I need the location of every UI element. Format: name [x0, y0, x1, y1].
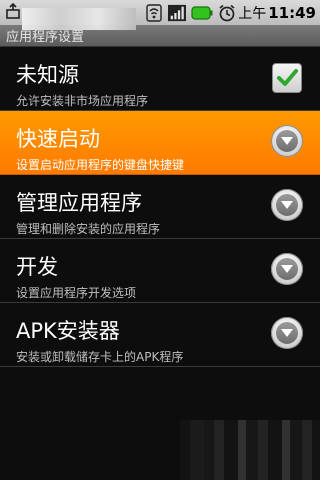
- chevron-down-icon: [281, 329, 293, 337]
- clock-ampm: 上午: [238, 6, 267, 22]
- setting-title: APK安装器: [16, 319, 120, 343]
- chevron-down-icon: [281, 137, 293, 145]
- checkmark-icon: [277, 69, 298, 86]
- wifi-icon: [145, 4, 163, 22]
- settings-list: 未知源 允许安装非市场应用程序 快速启动 设置启动应用程序的键盘快捷键 管理应用…: [0, 47, 320, 367]
- setting-manage-apps[interactable]: 管理应用程序 管理和删除安装的应用程序: [0, 175, 320, 239]
- manage-apps-arrow-button[interactable]: [271, 189, 303, 221]
- chevron-down-icon: [281, 265, 293, 273]
- setting-subtitle: 设置应用程序开发选项: [16, 286, 137, 300]
- setting-title: 管理应用程序: [16, 191, 142, 215]
- development-arrow-button[interactable]: [271, 253, 303, 285]
- setting-subtitle: 安装或卸载储存卡上的APK程序: [16, 350, 184, 364]
- setting-title: 快速启动: [16, 127, 100, 151]
- signal-icon: [168, 4, 186, 22]
- setting-title: 未知源: [16, 63, 79, 87]
- clock: 上午 11:49: [238, 3, 316, 23]
- unknown-sources-checkbox[interactable]: [272, 63, 302, 93]
- setting-subtitle: 管理和删除安装的应用程序: [16, 222, 161, 236]
- quick-launch-arrow-button[interactable]: [271, 125, 303, 157]
- blurred-region: [180, 420, 320, 480]
- alarm-icon: [218, 4, 236, 22]
- setting-quick-launch[interactable]: 快速启动 设置启动应用程序的键盘快捷键: [0, 111, 320, 175]
- usb-debug-icon: [4, 3, 22, 21]
- battery-icon: [191, 4, 213, 22]
- setting-apk-installer[interactable]: APK安装器 安装或卸载储存卡上的APK程序: [0, 303, 320, 367]
- blurred-region: [22, 8, 136, 30]
- setting-unknown-sources[interactable]: 未知源 允许安装非市场应用程序: [0, 47, 320, 111]
- apk-installer-arrow-button[interactable]: [271, 317, 303, 349]
- chevron-down-icon: [281, 201, 293, 209]
- clock-time: 11:49: [268, 4, 316, 22]
- setting-title: 开发: [16, 255, 58, 279]
- setting-subtitle: 设置启动应用程序的键盘快捷键: [16, 158, 185, 172]
- setting-subtitle: 允许安装非市场应用程序: [16, 94, 149, 108]
- setting-development[interactable]: 开发 设置应用程序开发选项: [0, 239, 320, 303]
